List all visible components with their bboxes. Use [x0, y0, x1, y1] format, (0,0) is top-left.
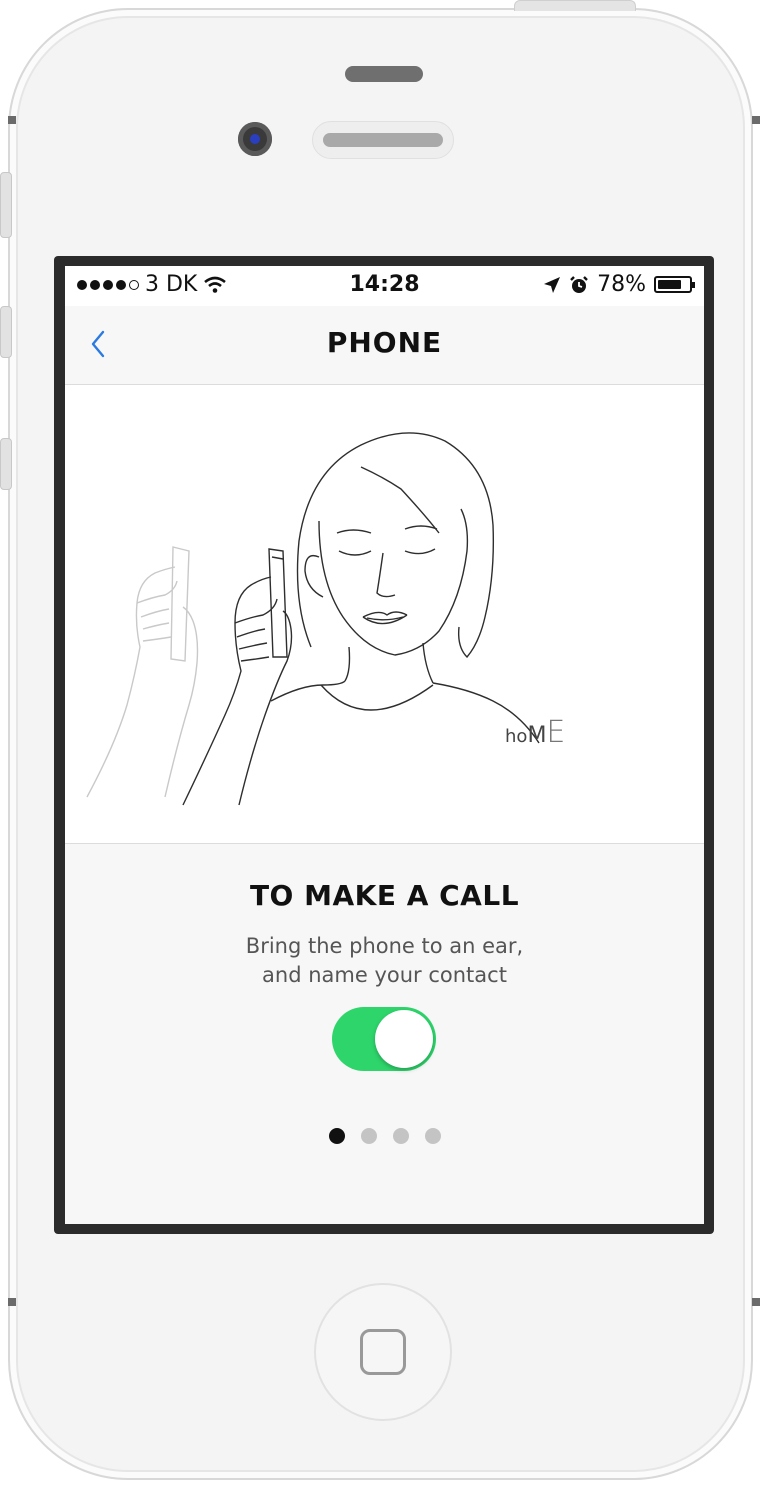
home-button[interactable] [314, 1283, 452, 1421]
toggle-knob [375, 1010, 433, 1068]
status-right: 78% [543, 272, 695, 297]
description-line-1: Bring the phone to an ear, [245, 934, 524, 958]
earpiece-speaker [312, 121, 454, 159]
page-indicator [65, 1128, 704, 1144]
app-screen: 3 DK 14:28 78% PHONE hoME TO MAKE A CALL… [65, 266, 704, 1224]
volume-up-button [0, 306, 12, 358]
navigation-bar: PHONE [65, 306, 704, 385]
front-camera [238, 122, 272, 156]
antenna-band [752, 1298, 760, 1306]
instruction-panel: TO MAKE A CALL Bring the phone to an ear… [65, 843, 704, 1224]
instruction-description: Bring the phone to an ear, and name your… [65, 932, 704, 990]
battery-icon [654, 276, 695, 293]
home-square-icon [360, 1329, 406, 1375]
alarm-clock-icon [570, 275, 588, 293]
page-dot[interactable] [328, 1128, 345, 1144]
woman-on-phone-illustration [86, 432, 540, 806]
antenna-band [8, 116, 16, 124]
home-letter-h: h [505, 726, 517, 747]
page-dot[interactable] [392, 1128, 409, 1144]
antenna-band [752, 116, 760, 124]
enable-toggle[interactable] [332, 1007, 436, 1071]
home-letter-e: E [546, 715, 566, 750]
power-button [514, 0, 636, 11]
battery-percent: 78% [597, 272, 646, 297]
page-title: PHONE [326, 326, 443, 359]
status-bar: 3 DK 14:28 78% [65, 266, 704, 306]
location-arrow-icon [544, 276, 561, 293]
description-line-2: and name your contact [262, 963, 507, 987]
volume-down-button [0, 438, 12, 490]
proximity-sensor [345, 66, 423, 82]
page-dot[interactable] [360, 1128, 377, 1144]
illustration-area: hoME [65, 385, 704, 843]
instruction-title: TO MAKE A CALL [249, 879, 520, 912]
home-text: hoME [505, 715, 565, 750]
home-letter-o: o [516, 726, 528, 747]
page-dot[interactable] [424, 1128, 441, 1144]
home-letter-m: M [527, 723, 547, 748]
mute-switch [0, 172, 12, 238]
battery-fill [658, 280, 681, 289]
antenna-band [8, 1298, 16, 1306]
